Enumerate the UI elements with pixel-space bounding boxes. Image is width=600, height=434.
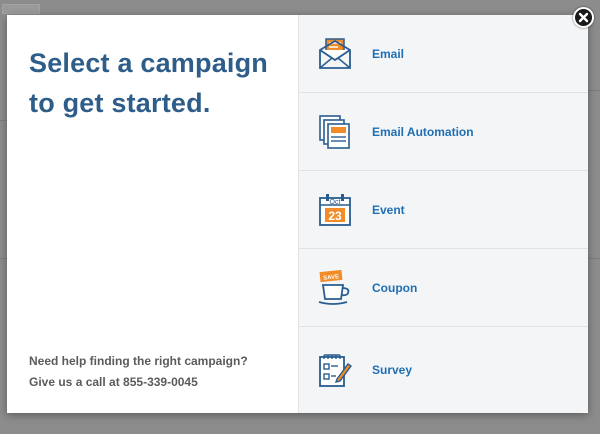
help-text: Need help finding the right campaign? Gi… (29, 351, 248, 393)
campaign-option-label: Email Automation (372, 124, 474, 139)
campaign-option-email[interactable]: Email (299, 15, 588, 93)
campaign-option-label: Event (372, 202, 405, 217)
help-line-question: Need help finding the right campaign? (29, 354, 248, 368)
background-divider (0, 120, 7, 121)
background-divider (588, 258, 600, 259)
calendar-day-text: 23 (328, 209, 342, 223)
campaign-option-label: Coupon (372, 280, 418, 295)
campaign-select-modal: Select a campaign to get started. Need h… (7, 15, 588, 413)
campaign-option-label: Email (372, 46, 405, 61)
campaign-options-list: Email Email Automation Oct 23 Event SAVE… (298, 15, 588, 413)
modal-close-button[interactable] (573, 7, 594, 28)
modal-headline: Select a campaign to get started. (29, 48, 269, 118)
campaign-option-survey[interactable]: Survey (299, 327, 588, 413)
survey-clipboard-icon (317, 350, 353, 390)
campaign-option-coupon[interactable]: SAVE Coupon (299, 249, 588, 327)
email-envelope-icon (317, 34, 353, 74)
coupon-cup-icon: SAVE (317, 268, 353, 308)
modal-intro-panel: Select a campaign to get started. Need h… (7, 15, 298, 413)
coupon-tag-text: SAVE (323, 274, 339, 282)
close-icon (578, 12, 589, 23)
campaign-option-email-automation[interactable]: Email Automation (299, 93, 588, 171)
campaign-option-label: Survey (372, 363, 413, 377)
help-line-phone: Give us a call at 855-339-0045 (29, 375, 198, 389)
calendar-month-text: Oct (330, 199, 341, 206)
calendar-event-icon: Oct 23 (317, 190, 353, 230)
background-tab (2, 4, 40, 14)
campaign-option-event[interactable]: Oct 23 Event (299, 171, 588, 249)
background-divider (0, 258, 7, 259)
background-divider (588, 90, 600, 91)
email-automation-icon (317, 112, 353, 152)
